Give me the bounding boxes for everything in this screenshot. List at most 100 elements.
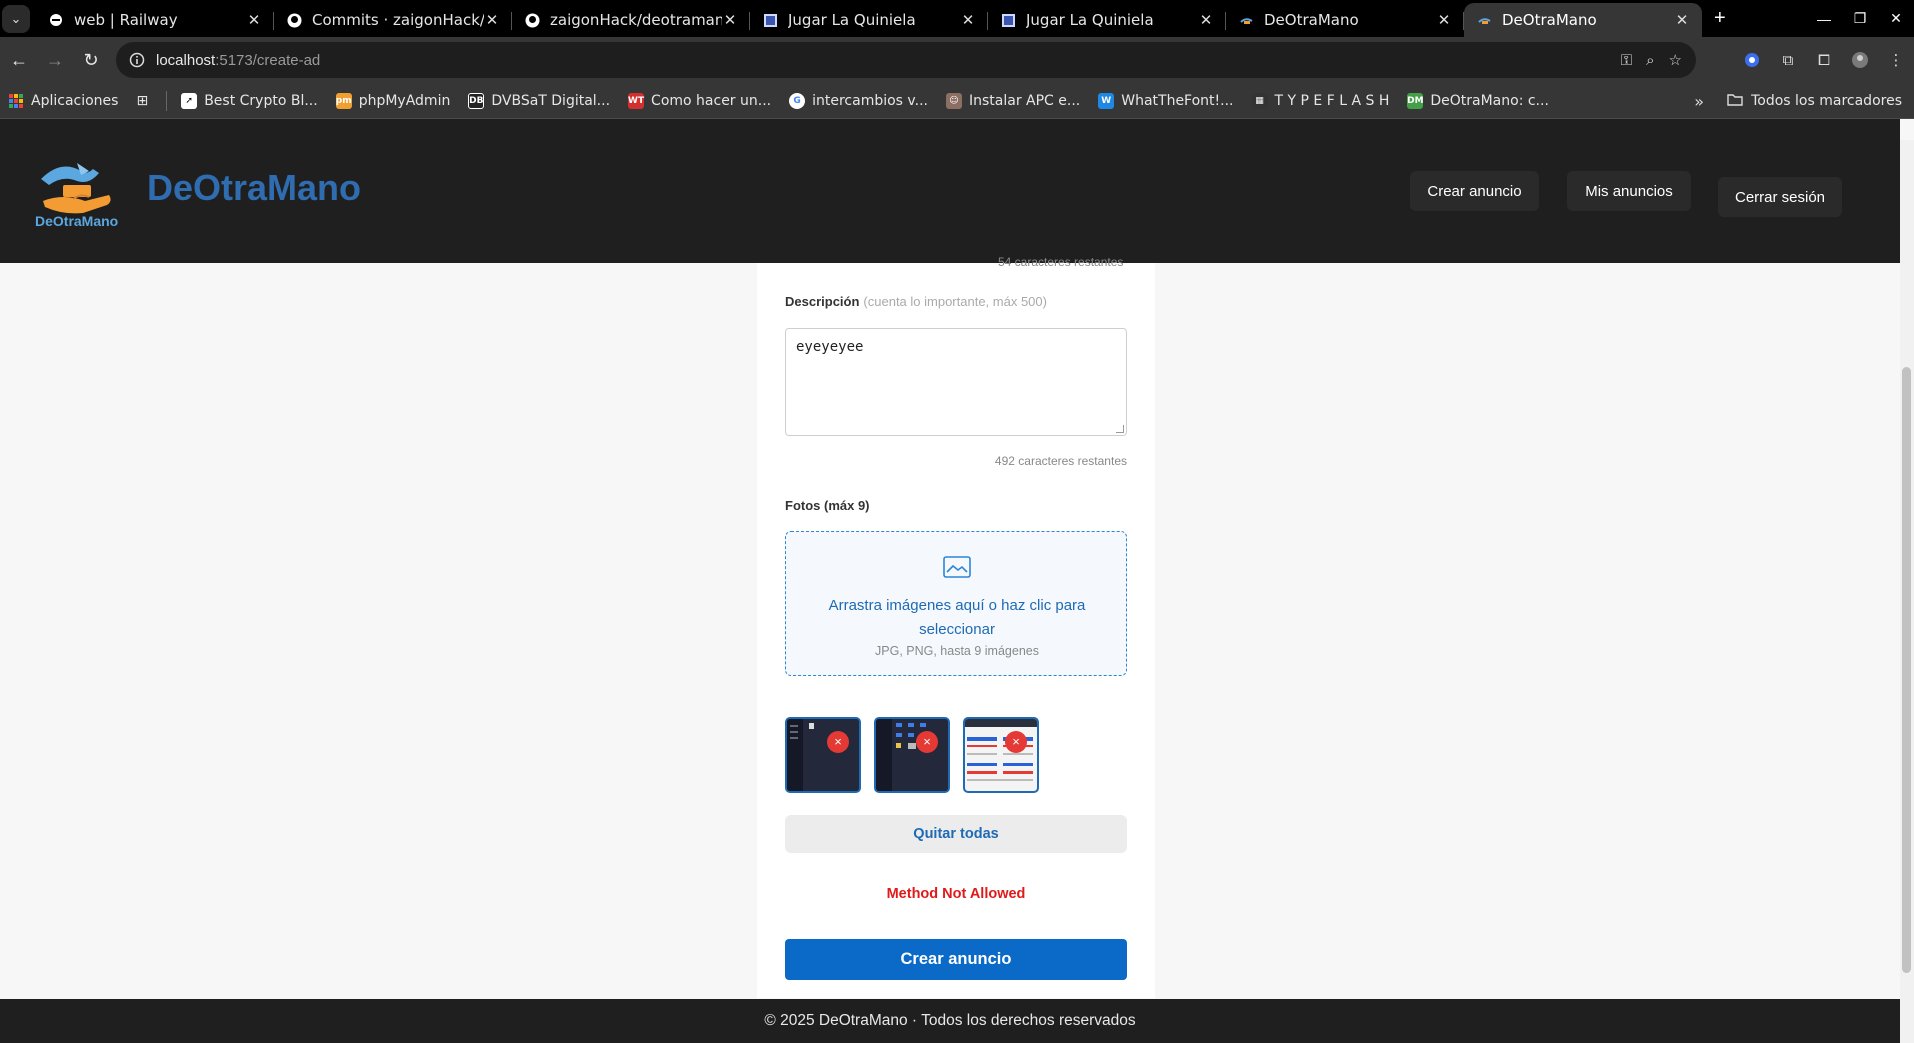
restore-icon[interactable]: ❐ — [1842, 10, 1878, 27]
apps-grid-icon — [8, 93, 24, 109]
new-tab-icon[interactable]: + — [1714, 7, 1726, 30]
deotramano-favicon-icon — [1238, 12, 1254, 28]
tab-close-icon[interactable]: ✕ — [960, 11, 976, 29]
url-host: localhost — [156, 51, 216, 69]
site-info-icon[interactable] — [128, 51, 146, 69]
description-textarea[interactable]: eyeyeyee — [785, 328, 1127, 436]
browser-tab[interactable]: DeOtraMano ✕ — [1226, 3, 1464, 37]
photo-dropzone[interactable]: Arrastra imágenes aquí o haz clic para s… — [785, 531, 1127, 676]
clear-all-photos-button[interactable]: Quitar todas — [785, 815, 1127, 853]
thumbnail-image — [787, 719, 859, 791]
address-bar[interactable]: localhost:5173/create-ad ⚿ ⌕ ☆ — [116, 42, 1696, 78]
tab-search-button[interactable]: ⌄ — [2, 4, 30, 33]
tab-close-icon[interactable]: ✕ — [1198, 11, 1214, 29]
remove-photo-button[interactable]: × — [1005, 731, 1027, 753]
remove-photo-button[interactable]: × — [916, 731, 938, 753]
description-label-text: Descripción — [785, 294, 860, 309]
all-bookmarks[interactable]: Todos los marcadores — [1727, 83, 1902, 119]
wt-favicon-icon: WT — [628, 92, 644, 109]
bookmark-label: WhatTheFont!... — [1121, 92, 1234, 109]
resize-grip-icon[interactable] — [1116, 425, 1124, 433]
browser-tab[interactable]: web | Railway ✕ — [36, 3, 274, 37]
description-hint: (cuenta lo importante, máx 500) — [863, 294, 1047, 309]
browser-tab[interactable]: Commits · zaigonHack/de ✕ — [274, 3, 512, 37]
zoom-icon[interactable]: ⌕ — [1646, 52, 1654, 69]
extension-icon[interactable] — [1734, 52, 1770, 68]
bookmark-item[interactable]: ➚ Best Crypto Bl... — [181, 92, 318, 109]
nav-my-ads-button[interactable]: Mis anuncios — [1567, 171, 1691, 211]
bookmarks-bar: Aplicaciones ⊞ ➚ Best Crypto Bl... pm phpM… — [0, 83, 1914, 119]
more-bookmarks-icon[interactable]: » — [1694, 83, 1704, 119]
photo-thumbnail[interactable]: × — [874, 717, 950, 793]
dropzone-formats: JPG, PNG, hasta 9 imágenes — [875, 644, 1039, 658]
tab-title: DeOtraMano — [1264, 11, 1359, 29]
bookmark-item[interactable]: WT Como hacer un... — [628, 92, 771, 109]
grid-icon: ⊞ — [136, 92, 149, 109]
bookmark-separator — [166, 90, 168, 111]
minimize-icon[interactable]: — — [1806, 11, 1842, 27]
screenshot-icon[interactable]: ⧠ — [1806, 52, 1842, 69]
scrollbar-thumb[interactable] — [1902, 367, 1911, 973]
deotramano-favicon-icon — [1476, 12, 1492, 28]
photo-thumbnail[interactable]: × — [785, 717, 861, 793]
bookmark-item[interactable]: DB DVBSaT Digital... — [468, 92, 610, 109]
bookmark-label: Best Crypto Bl... — [204, 92, 318, 109]
nav-create-ad-button[interactable]: Crear anuncio — [1410, 171, 1539, 211]
reload-icon[interactable]: ↻ — [74, 43, 108, 77]
tab-title: Jugar La Quiniela — [1026, 11, 1154, 29]
dropzone-instructions: Arrastra imágenes aquí o haz clic para s… — [828, 597, 1086, 638]
bookmark-item[interactable]: ▦ T Y P E F L A S H — [1251, 92, 1390, 109]
bookmark-label: DeOtraMano: c... — [1430, 92, 1549, 109]
photo-thumbnail[interactable]: × — [963, 717, 1039, 793]
whatthefont-favicon-icon: W — [1098, 92, 1115, 109]
profile-avatar-icon[interactable] — [1842, 51, 1878, 69]
copyright-text: © 2025 DeOtraMano · Todos los derechos r… — [764, 1012, 1136, 1029]
tab-close-icon[interactable]: ✕ — [1436, 11, 1452, 29]
tab-close-icon[interactable]: ✕ — [246, 11, 262, 29]
github-favicon-icon — [286, 12, 302, 28]
page-favicon-icon — [762, 12, 778, 28]
browser-tab[interactable]: Jugar La Quiniela ✕ — [750, 3, 988, 37]
folder-icon — [1727, 93, 1743, 110]
close-window-icon[interactable]: ✕ — [1878, 10, 1914, 27]
bookmark-star-icon[interactable]: ☆ — [1669, 51, 1682, 69]
tab-close-icon[interactable]: ✕ — [484, 11, 500, 29]
typeflash-favicon-icon: ▦ — [1251, 92, 1268, 109]
nav-logout-button[interactable]: Cerrar sesión — [1718, 177, 1842, 217]
forward-arrow-icon[interactable]: → — [38, 43, 72, 77]
site-footer: © 2025 DeOtraMano · Todos los derechos r… — [0, 999, 1900, 1043]
tab-groups-button[interactable]: ⊞ — [136, 93, 148, 109]
bookmark-item[interactable]: pm phpMyAdmin — [335, 92, 451, 109]
bookmark-item[interactable]: W WhatTheFont!... — [1098, 92, 1234, 109]
tab-list: web | Railway ✕ Commits · zaigonHack/de … — [36, 0, 1702, 37]
site-logo[interactable]: DeOtraMano — [33, 155, 123, 235]
tab-close-icon[interactable]: ✕ — [722, 11, 738, 29]
google-icon: G — [789, 92, 806, 109]
bookmark-item[interactable]: ☺ Instalar APC e... — [945, 92, 1080, 109]
bookmark-label: Aplicaciones — [31, 92, 119, 109]
bookmark-item[interactable]: Gintercambios v... — [789, 92, 928, 109]
bookmark-label: T Y P E F L A S H — [1274, 92, 1390, 109]
password-key-icon[interactable]: ⚿ — [1621, 52, 1632, 69]
browser-menu-icon[interactable]: ⋮ — [1878, 51, 1914, 69]
browser-tab[interactable]: zaigonHack/deotramano ✕ — [512, 3, 750, 37]
extensions-puzzle-icon[interactable]: ⧉ — [1770, 52, 1806, 69]
bookmark-apps[interactable]: Aplicaciones — [8, 93, 118, 109]
description-label: Descripción (cuenta lo importante, máx 50… — [785, 294, 1047, 309]
remove-photo-button[interactable]: × — [827, 731, 849, 753]
browser-toolbar: ← → ↻ localhost:5173/create-ad ⚿ ⌕ ☆ ⧉ ⧠… — [0, 37, 1914, 83]
description-char-counter: 492 caracteres restantes — [994, 454, 1127, 468]
brand-name[interactable]: DeOtraMano — [147, 167, 361, 209]
submit-create-ad-button[interactable]: Crear anuncio — [785, 939, 1127, 980]
logo-text: DeOtraMano — [35, 213, 119, 229]
tab-title: DeOtraMano — [1502, 11, 1597, 29]
browser-tab[interactable]: Jugar La Quiniela ✕ — [988, 3, 1226, 37]
image-placeholder-icon — [943, 556, 971, 578]
bookmark-item[interactable]: DM DeOtraMano: c... — [1407, 92, 1549, 109]
back-arrow-icon[interactable]: ← — [2, 43, 36, 77]
bookmark-label: phpMyAdmin — [358, 92, 451, 109]
error-message: Method Not Allowed — [886, 886, 1026, 902]
tab-close-icon[interactable]: ✕ — [1674, 11, 1690, 29]
browser-tab-active[interactable]: DeOtraMano ✕ — [1464, 3, 1702, 37]
phpmyadmin-favicon-icon: pm — [335, 92, 352, 109]
